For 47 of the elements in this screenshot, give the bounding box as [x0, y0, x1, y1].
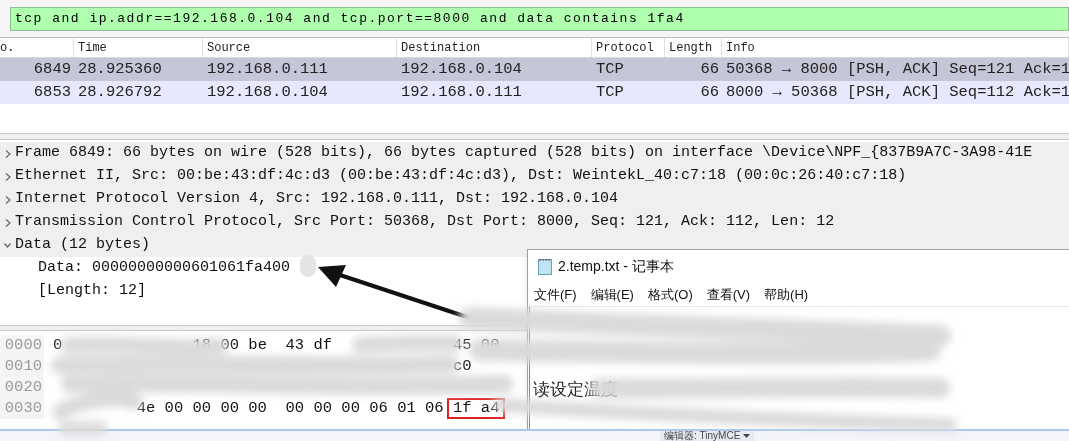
byte-offset: 0010: [0, 356, 44, 377]
packet-cell-text: 28.926792: [77, 81, 163, 103]
notepad-icon: [538, 258, 552, 275]
menu-item[interactable]: 文件(F): [534, 284, 577, 305]
column-header[interactable]: Time: [74, 38, 203, 57]
tree-item[interactable]: Data (12 bytes): [15, 234, 151, 257]
highlighted-bytes: 1f a4: [446, 398, 506, 419]
hex-bytes: 0: [53, 335, 63, 356]
byte-offset: 0000: [0, 335, 44, 356]
column-header[interactable]: Length: [665, 38, 722, 57]
packet-cell-text: 192.168.0.104: [400, 58, 523, 80]
menu-item[interactable]: 查看(V): [706, 284, 751, 305]
display-filter-field[interactable]: tcp and ip.addr==192.168.0.104 and tcp.port==8000 and data contains 1fa4: [10, 6, 1069, 31]
packet-cell-text: 50368 → 8000 [PSH, ACK] Seq=121 Ack=1: [725, 58, 1069, 80]
packet-cell-text: 192.168.0.111: [400, 81, 523, 103]
packet-cell-text: 8000 → 50368 [PSH, ACK] Seq=112 Ack=1: [725, 81, 1069, 103]
caret-icon: [743, 434, 751, 438]
column-header[interactable]: Source: [203, 38, 397, 57]
packet-cell-text: 192.168.0.104: [206, 81, 329, 103]
menu-item[interactable]: 格式(O): [647, 284, 693, 305]
window-title: 2.temp.txt - 记事本: [558, 257, 674, 276]
editor-label: 编辑器: TinyMCE: [664, 431, 741, 441]
packet-cell-text: 6853: [32, 81, 72, 103]
byte-offset: 0030: [0, 398, 44, 419]
byte-offset: 0020: [0, 377, 44, 398]
packet-cell-text: 28.925360: [77, 58, 163, 80]
hex-bytes: 4e 00 00 00 00: [136, 398, 267, 419]
packet-cell-text: 192.168.0.111: [206, 58, 329, 80]
tree-item[interactable]: Data: 00000000000601061fa400: [38, 257, 291, 280]
tree-item[interactable]: [Length: 12]: [38, 280, 147, 303]
column-header[interactable]: o.: [0, 38, 74, 57]
column-header[interactable]: Protocol: [592, 38, 665, 57]
packet-row[interactable]: 6853 28.926792 192.168.0.104 192.168.0.111 TCP 66 8000 → 50368 [PSH, ACK] Seq=112 Ack=1: [0, 81, 1069, 104]
editor-selector[interactable]: 编辑器: TinyMCE: [660, 431, 755, 441]
hex-bytes: 00 00 00 06 01 06: [285, 398, 444, 419]
hex-bytes: c0: [452, 356, 472, 377]
packet-cell-text: TCP: [595, 81, 625, 103]
packet-cell-text: TCP: [595, 58, 625, 80]
packet-cell-text: 6849: [32, 58, 72, 80]
packet-cell-text: 66: [699, 58, 720, 80]
packet-cell-text: 66: [699, 81, 720, 103]
column-header[interactable]: Destination: [397, 38, 592, 57]
column-header[interactable]: Info: [722, 38, 1069, 57]
menu-item[interactable]: 帮助(H): [764, 284, 809, 305]
hex-bytes: 43 df: [285, 335, 333, 356]
menu-item[interactable]: 编辑(E): [590, 284, 634, 305]
packet-row[interactable]: 6849 28.925360 192.168.0.111 192.168.0.104 TCP 66 50368 → 8000 [PSH, ACK] Seq=121 Ack=1: [0, 58, 1069, 81]
